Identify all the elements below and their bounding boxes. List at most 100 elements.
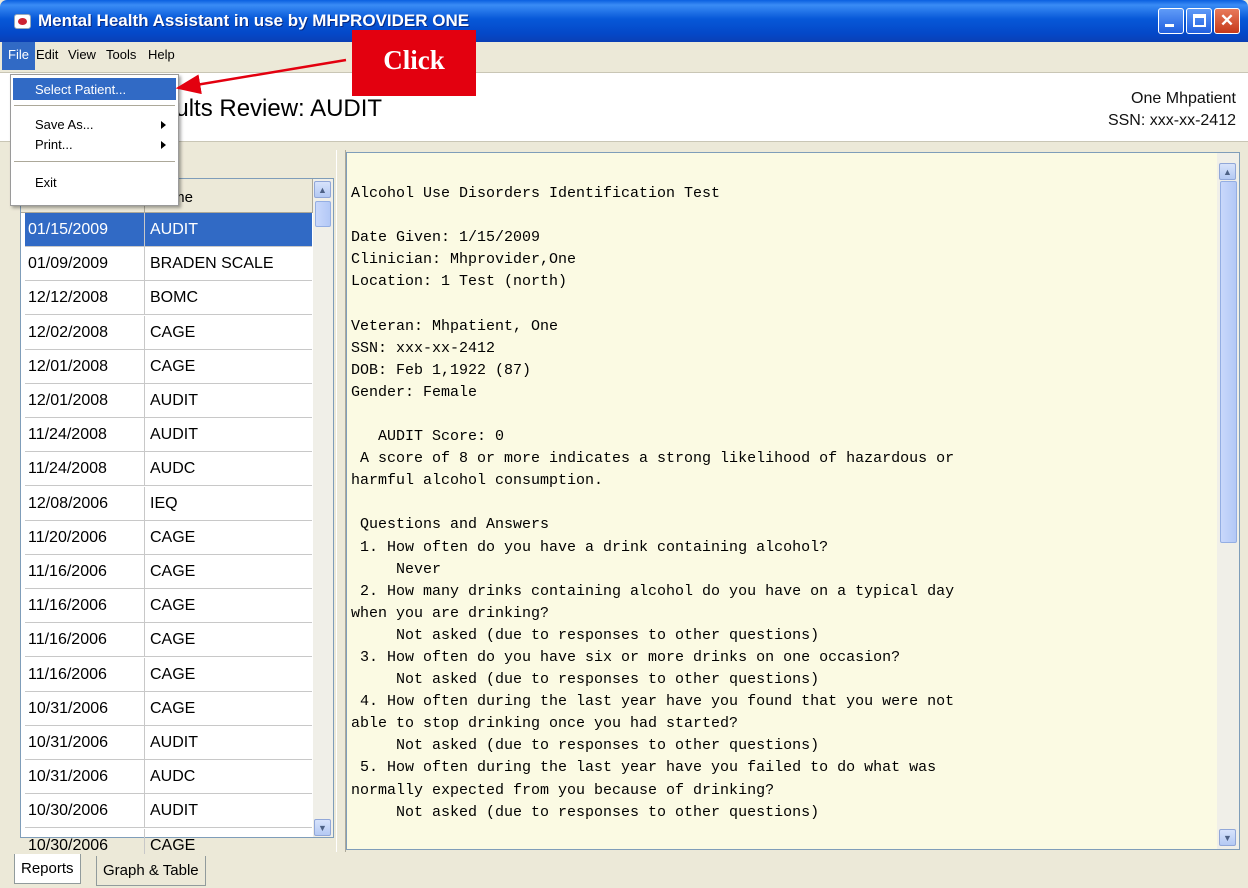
minimize-button[interactable] <box>1158 8 1184 34</box>
page-title: esults Review: AUDIT <box>150 95 383 122</box>
panel-splitter[interactable] <box>336 150 346 852</box>
tab-graph-table[interactable]: Graph & Table <box>96 856 206 886</box>
menu-separator <box>14 161 175 163</box>
table-row[interactable]: 12/12/2008 BOMC <box>25 281 312 316</box>
row-date: 11/16/2006 <box>25 657 145 691</box>
close-button[interactable]: ✕ <box>1214 8 1240 34</box>
row-name: AUDIT <box>150 392 198 409</box>
table-row[interactable]: 10/31/2006 CAGE <box>25 691 312 726</box>
menu-separator <box>14 105 175 107</box>
row-name: CAGE <box>150 357 196 375</box>
maximize-icon <box>1193 14 1206 27</box>
row-date: 12/01/2008 <box>25 384 145 417</box>
table-row[interactable]: 11/16/2006 CAGE <box>25 555 312 589</box>
row-name: AUDC <box>150 460 196 478</box>
maximize-button[interactable] <box>1186 8 1212 34</box>
scroll-up-icon[interactable]: ▲ <box>314 181 331 198</box>
row-date: 11/16/2006 <box>25 589 145 623</box>
scroll-thumb[interactable] <box>1220 181 1237 543</box>
row-date: 11/16/2006 <box>25 623 145 657</box>
patient-name: One Mhpatient <box>1131 90 1236 107</box>
table-row[interactable]: 11/24/2008 AUDC <box>25 452 312 487</box>
report-text: Alcohol Use Disorders Identification Tes… <box>351 185 955 821</box>
row-name: CAGE <box>150 699 196 717</box>
app-icon[interactable] <box>14 14 31 29</box>
row-date: 12/01/2008 <box>25 349 145 383</box>
submenu-arrow-icon <box>161 121 166 129</box>
table-row[interactable]: 01/15/2009 AUDIT <box>25 213 312 247</box>
title-bar[interactable]: Mental Health Assistant in use by MHPROV… <box>0 0 1248 42</box>
menu-help[interactable]: Help <box>148 47 175 62</box>
table-row[interactable]: 11/20/2006 CAGE <box>25 520 312 555</box>
scroll-down-icon[interactable]: ▼ <box>314 819 331 836</box>
table-row[interactable]: 11/16/2006 CAGE <box>25 657 312 692</box>
menu-bar: File Edit View Tools Help <box>0 42 1248 70</box>
page-header: esults Review: AUDIT One Mhpatient SSN: … <box>0 72 1248 142</box>
menu-item-print[interactable]: Print... <box>13 133 176 155</box>
row-name: CAGE <box>150 597 196 615</box>
report-scrollbar[interactable]: ▲ ▼ <box>1217 153 1239 849</box>
scroll-thumb[interactable] <box>315 201 331 227</box>
close-icon: ✕ <box>1219 11 1235 30</box>
table-row[interactable]: 10/31/2006 AUDIT <box>25 726 312 760</box>
row-name: CAGE <box>150 323 196 341</box>
table-row[interactable]: 10/31/2006 AUDC <box>25 760 312 795</box>
table-row[interactable]: 12/08/2006 IEQ <box>25 486 312 521</box>
menu-edit[interactable]: Edit <box>36 47 58 62</box>
row-date: 11/16/2006 <box>25 555 145 588</box>
row-date: 12/12/2008 <box>25 281 145 315</box>
row-name: AUDC <box>150 768 196 786</box>
row-name: BOMC <box>150 289 198 307</box>
menu-item-label: Print... <box>35 137 73 152</box>
row-name: AUDIT <box>150 802 198 820</box>
instrument-list[interactable]: Date Name 01/15/2009AUDIT01/09/2009BRADE… <box>20 178 334 863</box>
row-name: CAGE <box>150 528 196 546</box>
click-callout: Click <box>352 30 476 96</box>
patient-ssn: SSN: xxx-xx-2412 <box>1107 112 1236 129</box>
table-row[interactable]: 10/30/2006 AUDIT <box>25 794 312 829</box>
row-date: 01/09/2009 <box>25 247 145 281</box>
list-scrollbar[interactable]: ▲ ▼ <box>313 179 333 837</box>
menu-item-exit[interactable]: Exit <box>13 171 176 193</box>
menu-tools[interactable]: Tools <box>106 47 136 62</box>
menu-item-save-as[interactable]: Save As... <box>13 113 176 135</box>
menu-item-select-patient[interactable]: Select Patient... <box>13 78 176 100</box>
row-date: 11/24/2008 <box>25 452 145 486</box>
row-date: 12/02/2008 <box>25 315 145 349</box>
row-date: 11/20/2006 <box>25 520 145 554</box>
table-row[interactable]: 12/01/2008 CAGE <box>25 349 312 384</box>
file-menu-dropdown: Select Patient... Save As... Print... Ex… <box>10 74 179 206</box>
minimize-icon <box>1165 24 1174 27</box>
table-row[interactable]: 12/02/2008 CAGE <box>25 315 312 350</box>
tab-bar: Reports Graph & Table <box>0 854 1248 888</box>
menu-view[interactable]: View <box>68 47 96 62</box>
table-row[interactable]: 11/16/2006 CAGE <box>25 589 312 624</box>
row-date: 12/08/2006 <box>25 486 145 520</box>
menu-file[interactable]: File <box>2 42 35 70</box>
row-name: CAGE <box>150 631 196 649</box>
report-viewer[interactable]: Alcohol Use Disorders Identification Tes… <box>346 152 1240 850</box>
row-date: 01/15/2009 <box>25 213 145 246</box>
row-name: BRADEN SCALE <box>150 255 274 273</box>
scroll-down-icon[interactable]: ▼ <box>1219 829 1236 846</box>
row-name: AUDIT <box>150 426 198 444</box>
row-name: IEQ <box>150 494 178 512</box>
menu-item-label: Save As... <box>35 117 94 132</box>
scroll-up-icon[interactable]: ▲ <box>1219 163 1236 180</box>
submenu-arrow-icon <box>161 141 166 149</box>
window-title: Mental Health Assistant in use by MHPROV… <box>38 11 470 30</box>
row-name: AUDIT <box>150 734 198 751</box>
table-row[interactable]: 01/09/2009 BRADEN SCALE <box>25 247 312 282</box>
tab-reports[interactable]: Reports <box>14 854 81 884</box>
table-row[interactable]: 12/01/2008 AUDIT <box>25 384 312 418</box>
row-date: 10/31/2006 <box>25 726 145 759</box>
row-date: 10/30/2006 <box>25 794 145 828</box>
row-name: CAGE <box>150 563 196 580</box>
row-date: 10/31/2006 <box>25 691 145 725</box>
row-name: CAGE <box>150 665 196 683</box>
row-date: 10/31/2006 <box>25 760 145 794</box>
table-row[interactable]: 11/24/2008 AUDIT <box>25 418 312 453</box>
row-date: 11/24/2008 <box>25 418 145 452</box>
table-row[interactable]: 11/16/2006 CAGE <box>25 623 312 658</box>
row-name: AUDIT <box>150 221 198 238</box>
